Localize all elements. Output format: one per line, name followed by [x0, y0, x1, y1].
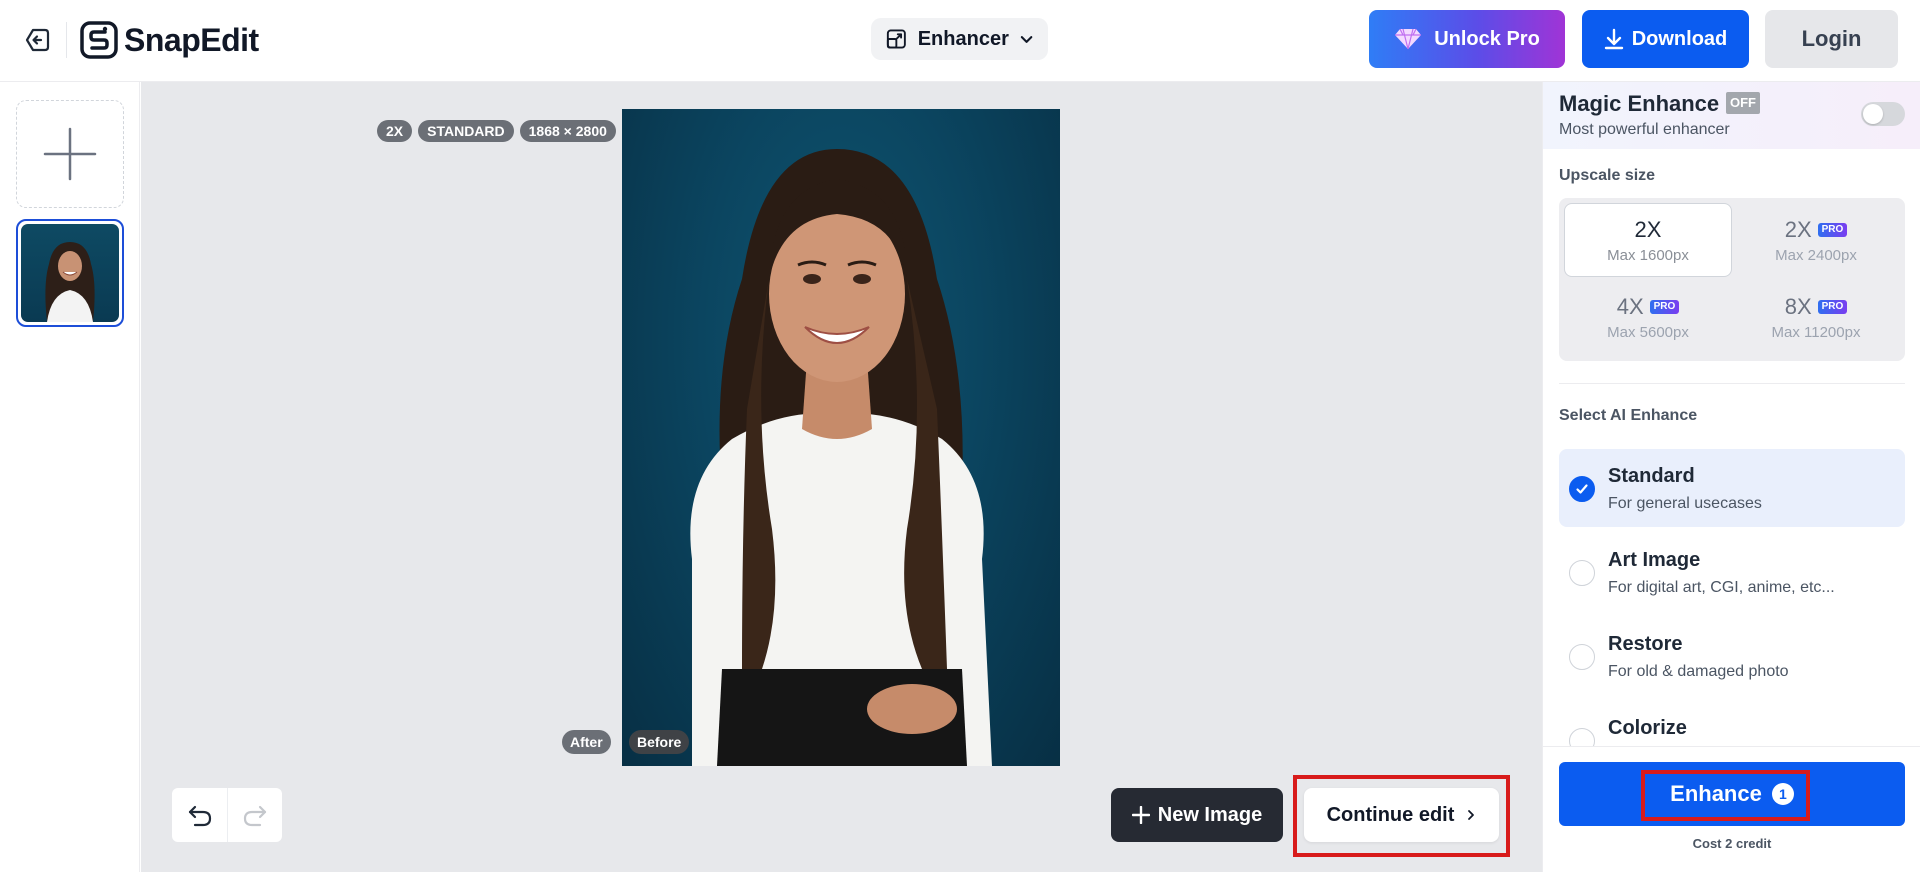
dimensions-badge: 1868 × 2800 — [519, 120, 616, 142]
radio-unchecked — [1569, 560, 1595, 586]
upscale-size-options: 2X Max 1600px 2X PRO Max 2400px 4X PRO Max… — [1559, 198, 1905, 361]
enhance-option-art-image[interactable]: Art Image For digital art, CGI, anime, e… — [1559, 533, 1905, 611]
scale-badge: 2X — [377, 120, 413, 142]
enhance-option-desc: For general usecases — [1608, 495, 1762, 512]
upscale-option-2x-standard[interactable]: 2X Max 1600px — [1564, 203, 1732, 277]
image-thumbnail-rail — [0, 82, 140, 872]
history-controls — [172, 788, 282, 842]
mode-badge: STANDARD — [418, 120, 514, 142]
thumbnail-image — [21, 224, 119, 322]
enhance-option-standard[interactable]: Standard For general usecases — [1559, 449, 1905, 527]
upscale-scale: 8X — [1784, 293, 1812, 319]
undo-button[interactable] — [172, 788, 227, 842]
select-ai-enhance-label: Select AI Enhance — [1559, 407, 1698, 424]
magic-enhance-subtitle: Most powerful enhancer — [1559, 121, 1730, 138]
enhance-option-name: Art Image — [1608, 549, 1701, 571]
upscale-scale: 2X — [1634, 216, 1662, 242]
pro-badge: PRO — [1817, 222, 1848, 237]
magic-enhance-section: Magic Enhance OFF Most powerful enhancer — [1543, 82, 1920, 149]
continue-edit-button[interactable]: Continue edit — [1304, 788, 1499, 842]
upscale-option-8x-pro[interactable]: 8X PRO Max 11200px — [1732, 280, 1900, 354]
app-name: SnapEdit — [124, 21, 259, 58]
toggle-knob — [1863, 104, 1883, 124]
plus-icon — [1131, 806, 1150, 824]
upscale-scale: 2X — [1784, 216, 1812, 242]
login-button[interactable]: Login — [1765, 10, 1898, 68]
enhancer-tool-icon — [886, 29, 906, 49]
back-arrow-icon — [25, 28, 50, 52]
redo-icon — [243, 805, 267, 827]
plus-icon — [43, 127, 97, 181]
tool-selector[interactable]: Enhancer — [871, 18, 1048, 60]
pro-badge: PRO — [1817, 299, 1848, 314]
upscale-scale: 4X — [1616, 293, 1644, 319]
magic-enhance-status-badge: OFF — [1726, 92, 1760, 114]
tool-selector-label: Enhancer — [917, 27, 1009, 50]
continue-edit-label: Continue edit — [1326, 803, 1455, 826]
snapedit-logo[interactable]: SnapEdit — [80, 20, 259, 60]
magic-enhance-toggle[interactable] — [1861, 102, 1905, 126]
diamond-icon — [1395, 28, 1422, 50]
radio-unchecked — [1569, 644, 1595, 670]
new-image-label: New Image — [1157, 803, 1263, 826]
upscale-option-2x-pro[interactable]: 2X PRO Max 2400px — [1732, 203, 1900, 277]
download-label: Download — [1631, 27, 1728, 50]
redo-button[interactable] — [227, 788, 282, 842]
portrait-photo[interactable] — [622, 109, 1060, 766]
upscale-max: Max 1600px — [1607, 246, 1689, 264]
back-button[interactable] — [22, 24, 54, 56]
enhance-option-name: Colorize — [1608, 717, 1687, 739]
image-info-badges: 2X STANDARD 1868 × 2800 — [377, 120, 616, 142]
magic-enhance-title: Magic Enhance — [1559, 91, 1720, 116]
enhance-option-name: Standard — [1608, 465, 1695, 487]
header-divider — [66, 22, 67, 58]
upscale-option-4x-pro[interactable]: 4X PRO Max 5600px — [1564, 280, 1732, 354]
add-image-button[interactable] — [16, 100, 124, 208]
enhance-button-highlight — [1641, 770, 1810, 821]
unlock-pro-label: Unlock Pro — [1434, 27, 1540, 50]
image-thumbnail[interactable] — [16, 219, 124, 327]
enhance-option-restore[interactable]: Restore For old & damaged photo — [1559, 617, 1905, 695]
download-button[interactable]: Download — [1582, 10, 1749, 68]
credit-cost-text: Cost 2 credit — [1692, 836, 1772, 851]
upscale-max: Max 11200px — [1771, 323, 1861, 341]
before-label: Before — [629, 730, 690, 754]
undo-icon — [188, 805, 211, 827]
snapedit-logo-icon — [80, 21, 118, 59]
enhance-option-desc: For digital art, CGI, anime, etc... — [1608, 579, 1835, 596]
enhance-settings-panel: Magic Enhance OFF Most powerful enhancer… — [1542, 82, 1920, 872]
editor-canvas: 2X STANDARD 1868 × 2800 After Before New… — [141, 82, 1542, 872]
top-header: SnapEdit Enhancer Unlock Pro Download Lo… — [0, 0, 1920, 82]
section-divider — [1559, 383, 1905, 384]
after-label: After — [562, 730, 611, 754]
chevron-right-icon — [1468, 810, 1475, 820]
pro-badge: PRO — [1649, 299, 1680, 314]
chevron-down-icon — [1020, 36, 1033, 43]
upscale-size-label: Upscale size — [1559, 167, 1656, 184]
unlock-pro-button[interactable]: Unlock Pro — [1369, 10, 1565, 68]
upscale-max: Max 5600px — [1607, 323, 1689, 341]
radio-checked — [1569, 476, 1595, 502]
enhance-option-name: Restore — [1608, 633, 1683, 655]
download-icon — [1604, 28, 1623, 50]
new-image-button[interactable]: New Image — [1111, 788, 1283, 842]
check-icon — [1576, 484, 1588, 494]
upscale-max: Max 2400px — [1775, 246, 1857, 264]
portrait-illustration — [690, 149, 992, 766]
enhance-option-desc: For old & damaged photo — [1608, 663, 1789, 680]
